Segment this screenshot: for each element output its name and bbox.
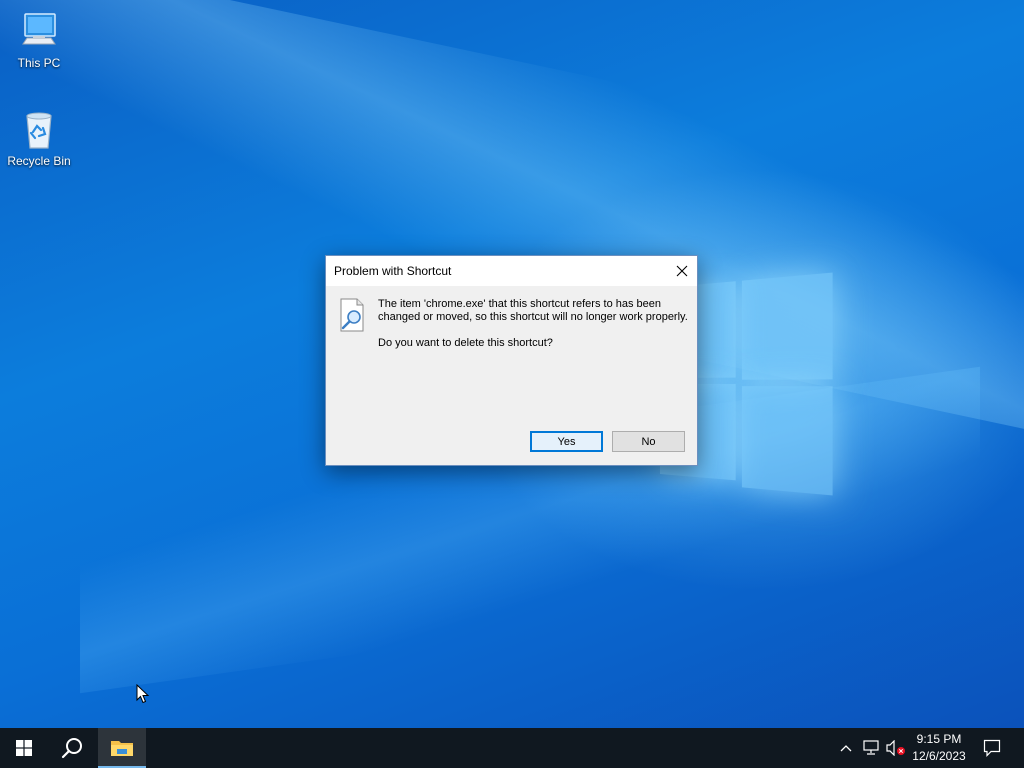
action-center-button[interactable] <box>978 728 1006 768</box>
yes-button[interactable]: Yes <box>530 431 603 452</box>
volume-muted-icon <box>886 740 905 756</box>
windows-start-icon <box>16 740 32 756</box>
dialog-message: The item 'chrome.exe' that this shortcut… <box>378 298 688 323</box>
taskbar: 9:15 PM 12/6/2023 <box>0 728 1024 768</box>
action-center-icon <box>983 739 1001 757</box>
problem-with-shortcut-dialog: Problem with Shortcut The item 'chrome.e… <box>325 255 698 466</box>
dialog-question: Do you want to delete this shortcut? <box>378 337 553 349</box>
clock-date: 12/6/2023 <box>912 749 966 763</box>
volume-tray-button[interactable] <box>884 728 908 768</box>
broken-shortcut-icon <box>338 298 366 337</box>
dialog-title: Problem with Shortcut <box>334 264 452 278</box>
start-button[interactable] <box>0 728 48 768</box>
file-explorer-button[interactable] <box>98 728 146 768</box>
chevron-up-icon <box>840 745 852 752</box>
mouse-cursor-icon <box>136 684 150 704</box>
this-pc-icon <box>22 13 56 45</box>
clock-time: 9:15 PM <box>916 732 962 746</box>
desktop-icon-this-pc[interactable]: This PC <box>1 10 77 70</box>
network-tray-button[interactable] <box>860 728 882 768</box>
close-icon <box>676 265 688 277</box>
desktop-icon-recycle-bin[interactable]: Recycle Bin <box>1 108 77 168</box>
network-icon <box>863 740 879 755</box>
show-hidden-icons-button[interactable] <box>836 728 856 768</box>
close-button[interactable] <box>667 256 697 286</box>
recycle-bin-icon <box>26 112 52 149</box>
search-button[interactable] <box>48 728 96 768</box>
desktop-icon-label: Recycle Bin <box>7 154 71 168</box>
folder-icon <box>111 741 133 756</box>
search-icon <box>61 738 82 759</box>
desktop-icon-label: This PC <box>17 56 61 70</box>
clock[interactable]: 9:15 PM 12/6/2023 <box>906 731 972 765</box>
dialog-titlebar[interactable]: Problem with Shortcut <box>326 256 697 286</box>
no-button[interactable]: No <box>612 431 685 452</box>
